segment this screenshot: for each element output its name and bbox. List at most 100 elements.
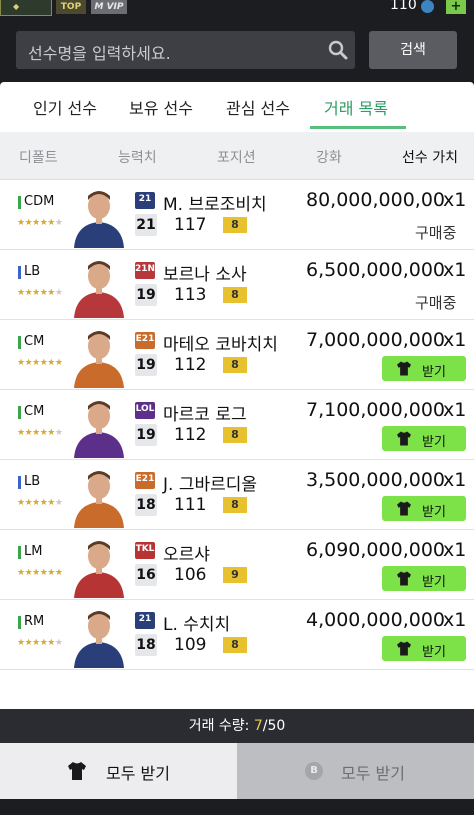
season-badge: 21NG — [135, 262, 162, 279]
position-color-bar — [18, 616, 21, 629]
receive-button[interactable]: 받기 — [382, 426, 466, 451]
player-quantity: x1 — [443, 609, 467, 631]
tab-popular-players[interactable]: 인기 선수 — [33, 95, 97, 119]
player-photo — [74, 541, 124, 598]
player-overall: 117 — [174, 215, 207, 235]
upgrade-badge: 8 — [223, 357, 247, 373]
trade-count-total: /50 — [262, 718, 286, 734]
player-price: 80,000,000,00 — [306, 189, 446, 211]
sort-player-value[interactable]: 선수 가치 — [402, 147, 458, 167]
player-grade: 19 — [135, 354, 157, 376]
player-price: 4,000,000,000 — [306, 609, 446, 631]
shirt-icon — [397, 571, 411, 586]
season-badge: 21 — [135, 612, 155, 629]
receive-label: 받기 — [422, 575, 446, 590]
receive-all-button[interactable]: 모두 받기 — [0, 743, 237, 799]
active-tab-indicator — [310, 126, 406, 129]
player-price: 7,100,000,000 — [306, 399, 446, 421]
player-quantity: x1 — [443, 539, 467, 561]
buying-status: 구매중 — [415, 224, 457, 242]
player-position: CM — [24, 334, 45, 349]
player-position: RM — [24, 614, 45, 629]
receive-button[interactable]: 받기 — [382, 566, 466, 591]
player-stars: ★★★★★★ — [17, 568, 63, 578]
tab-trade-list[interactable]: 거래 목록 — [324, 95, 388, 119]
season-badge: E21 — [135, 332, 155, 349]
player-position: LB — [24, 474, 41, 489]
player-row[interactable]: CDM ★★★★★★ 21 21 M. 브로조비치 117 8 80,000,0… — [0, 180, 474, 250]
player-row[interactable]: CM ★★★★★★ E21 19 마테오 코바치치 112 8 7,000,00… — [0, 320, 474, 390]
player-overall: 112 — [174, 425, 207, 445]
search-placeholder: 선수명을 입력하세요. — [28, 44, 171, 63]
player-row[interactable]: CM ★★★★★★ LOL 19 마르코 로그 112 8 7,100,000,… — [0, 390, 474, 460]
buying-status: 구매중 — [415, 294, 457, 312]
player-photo — [74, 471, 124, 528]
add-coins-button[interactable]: + — [446, 0, 466, 14]
receive-label: 받기 — [422, 645, 446, 660]
player-position: CM — [24, 404, 45, 419]
position-color-bar — [18, 196, 21, 209]
upgrade-badge: 9 — [223, 567, 247, 583]
shirt-icon — [397, 431, 411, 446]
search-icon[interactable] — [328, 40, 348, 60]
coin-icon — [421, 0, 434, 13]
search-button[interactable]: 검색 — [369, 31, 457, 69]
player-quantity: x1 — [443, 329, 467, 351]
tab-bar: 인기 선수 보유 선수 관심 선수 거래 목록 — [0, 82, 474, 132]
season-badge: 21 — [135, 192, 155, 209]
shirt-icon — [68, 762, 86, 780]
receive-button[interactable]: 받기 — [382, 496, 466, 521]
trade-count-used: 7 — [253, 718, 263, 734]
player-row[interactable]: RM ★★★★★★ 21 18 L. 수치치 109 8 4,000,000,0… — [0, 600, 474, 670]
receive-button[interactable]: 받기 — [382, 356, 466, 381]
player-stars: ★★★★★★ — [17, 288, 63, 298]
player-stars: ★★★★★★ — [17, 358, 63, 368]
player-overall: 109 — [174, 635, 207, 655]
player-overall: 106 — [174, 565, 207, 585]
player-quantity: x1 — [443, 189, 467, 211]
player-name: J. 그바르디올 — [163, 475, 258, 495]
sort-default[interactable]: 디폴트 — [19, 147, 58, 167]
player-price: 6,500,000,000 — [306, 259, 446, 281]
upgrade-badge: 8 — [223, 497, 247, 513]
player-quantity: x1 — [443, 259, 467, 281]
top-badge: TOP — [56, 0, 86, 14]
receive-label: 받기 — [422, 435, 446, 450]
player-stars: ★★★★★★ — [17, 218, 63, 228]
receive-label: 받기 — [422, 365, 446, 380]
sort-upgrade[interactable]: 강화 — [316, 147, 342, 167]
receive-label: 받기 — [422, 505, 446, 520]
position-color-bar — [18, 546, 21, 559]
shirt-icon — [397, 641, 411, 656]
tab-watched-players[interactable]: 관심 선수 — [226, 95, 290, 119]
player-row[interactable]: LB ★★★★★★ 21NG 19 보르나 소사 113 8 6,500,000… — [0, 250, 474, 320]
list-empty-space — [0, 672, 474, 709]
sort-position[interactable]: 포지션 — [217, 147, 256, 167]
tab-owned-players[interactable]: 보유 선수 — [129, 95, 193, 119]
receive-all-coin-button[interactable]: B 모두 받기 — [237, 743, 474, 799]
sort-bar: 디폴트 능력치 포지션 강화 선수 가치 — [0, 132, 474, 180]
season-badge: TKL — [135, 542, 155, 559]
search-input[interactable]: 선수명을 입력하세요. — [16, 31, 355, 69]
receive-button[interactable]: 받기 — [382, 636, 466, 661]
player-overall: 113 — [174, 285, 207, 305]
player-name: L. 수치치 — [163, 615, 231, 635]
player-grade: 18 — [135, 634, 157, 656]
player-photo — [74, 611, 124, 668]
receive-all-coin-label: 모두 받기 — [341, 764, 405, 783]
player-grade: 19 — [135, 284, 157, 306]
player-name: 마테오 코바치치 — [163, 335, 278, 355]
player-row[interactable]: LB ★★★★★★ E21 18 J. 그바르디올 111 8 3,500,00… — [0, 460, 474, 530]
coin-icon: B — [305, 762, 323, 780]
coin-count: 110 — [390, 0, 417, 13]
sort-ability[interactable]: 능력치 — [118, 147, 157, 167]
shirt-icon — [397, 361, 411, 376]
position-color-bar — [18, 476, 21, 489]
player-name: M. 브로조비치 — [163, 195, 267, 215]
player-photo — [74, 331, 124, 388]
season-badge: LOL — [135, 402, 155, 419]
player-stars: ★★★★★★ — [17, 638, 63, 648]
mvip-badge: M VIP — [91, 0, 127, 14]
player-quantity: x1 — [443, 399, 467, 421]
player-row[interactable]: LM ★★★★★★ TKL 16 오르샤 106 9 6,090,000,000… — [0, 530, 474, 600]
